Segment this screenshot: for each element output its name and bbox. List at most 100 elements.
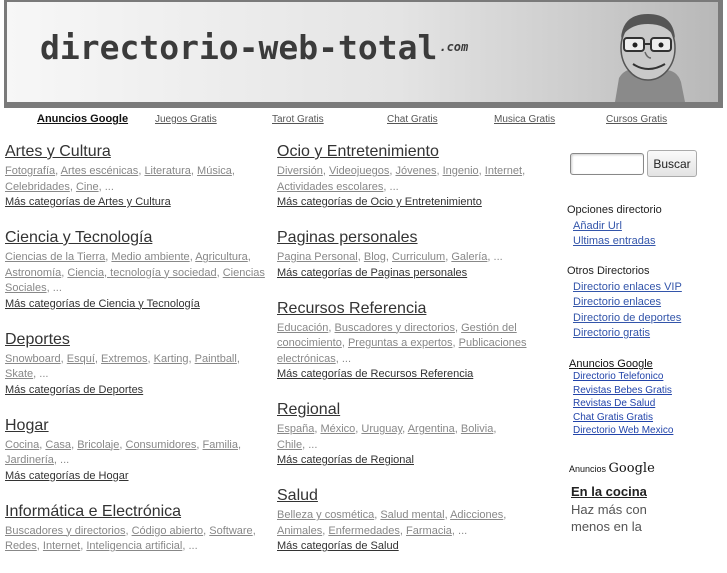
- subcategory-link[interactable]: Uruguay: [361, 423, 402, 435]
- subcategory-link[interactable]: Bolivia: [461, 423, 493, 435]
- subcategory-link[interactable]: Agricultura: [195, 251, 248, 263]
- ad-link[interactable]: Cursos Gratis: [606, 114, 667, 125]
- more-categories-link[interactable]: Más categorías de Deportes: [5, 383, 270, 398]
- category-block: Salud Belleza y cosmética, Salud mental, …: [277, 486, 527, 554]
- subcategory-link[interactable]: Internet: [43, 540, 80, 552]
- search-button[interactable]: Buscar: [647, 150, 697, 177]
- option-link[interactable]: Ultimas entradas: [573, 234, 656, 249]
- more-categories-link[interactable]: Más categorías de Regional: [277, 453, 527, 468]
- ad-link[interactable]: Tarot Gratis: [272, 114, 324, 125]
- subcategory-link[interactable]: Enfermedades: [328, 525, 400, 537]
- subcategory-link[interactable]: Familia: [203, 439, 238, 451]
- subcategory-link[interactable]: Buscadores y directorios: [5, 525, 125, 537]
- ad-unit-header[interactable]: Anuncios Google: [567, 458, 677, 476]
- subcategory-link[interactable]: Código abierto: [132, 525, 204, 537]
- subcategory-link[interactable]: Esquí: [67, 353, 95, 365]
- ad-link[interactable]: Chat Gratis Gratis: [573, 411, 713, 425]
- subcategory-link[interactable]: Preguntas a expertos: [348, 337, 453, 349]
- more-categories-link[interactable]: Más categorías de Artes y Cultura: [5, 195, 270, 210]
- directory-link[interactable]: Directorio gratis: [573, 326, 682, 341]
- subcategory-link[interactable]: Ciencia, tecnología y sociedad: [67, 267, 216, 279]
- more-categories-link[interactable]: Más categorías de Ocio y Entretenimiento: [277, 195, 527, 210]
- ad-link[interactable]: Juegos Gratis: [155, 114, 217, 125]
- site-logo[interactable]: directorio-web-total .com: [40, 28, 468, 67]
- subcategory-link[interactable]: Educación: [277, 322, 328, 334]
- subcategory-link[interactable]: España: [277, 423, 314, 435]
- more-categories-link[interactable]: Más categorías de Hogar: [5, 469, 270, 484]
- category-title[interactable]: Hogar: [5, 416, 270, 435]
- ad-link[interactable]: Revistas De Salud: [573, 397, 713, 411]
- subcategory-link[interactable]: Curriculum: [392, 251, 445, 263]
- subcategory-link[interactable]: Jardinería: [5, 454, 54, 466]
- subcategory-link[interactable]: Galería: [451, 251, 487, 263]
- ads-box-title[interactable]: Anuncios Google: [567, 358, 713, 370]
- category-title[interactable]: Ocio y Entretenimiento: [277, 142, 527, 161]
- subcategory-link[interactable]: Ciencias de la Tierra: [5, 251, 105, 263]
- directory-link[interactable]: Directorio de deportes: [573, 311, 682, 326]
- subcategory-link[interactable]: Videojuegos: [329, 165, 389, 177]
- more-categories-link[interactable]: Más categorías de Ciencia y Tecnología: [5, 297, 270, 312]
- subcategory-link[interactable]: Software: [209, 525, 252, 537]
- more-categories-link[interactable]: Más categorías de Salud: [277, 539, 527, 554]
- search-input[interactable]: [570, 153, 644, 175]
- subcategory-link[interactable]: Diversión: [277, 165, 323, 177]
- subcategory-link[interactable]: Casa: [45, 439, 71, 451]
- category-title[interactable]: Salud: [277, 486, 527, 505]
- category-title[interactable]: Informática e Electrónica: [5, 502, 270, 521]
- subcategory-link[interactable]: Buscadores y directorios: [335, 322, 455, 334]
- subcategory-link[interactable]: Fotografía: [5, 165, 55, 177]
- subcategory-link[interactable]: Skate: [5, 368, 33, 380]
- category-title[interactable]: Ciencia y Tecnología: [5, 228, 270, 247]
- subcategory-link[interactable]: Celebridades: [5, 181, 70, 193]
- option-link[interactable]: Añadir Url: [573, 219, 656, 234]
- category-title[interactable]: Paginas personales: [277, 228, 527, 247]
- subcategory-link[interactable]: Farmacia: [406, 525, 452, 537]
- subcategory-link[interactable]: Música: [197, 165, 232, 177]
- subcategory-link[interactable]: Cocina: [5, 439, 39, 451]
- more-categories-link[interactable]: Más categorías de Paginas personales: [277, 266, 527, 281]
- directory-link[interactable]: Directorio enlaces: [573, 295, 682, 310]
- ad-link[interactable]: Directorio Web Mexico: [573, 424, 713, 438]
- subcategory-link[interactable]: Ingenio: [443, 165, 479, 177]
- ad-link[interactable]: Directorio Telefonico: [573, 370, 713, 384]
- category-title[interactable]: Recursos Referencia: [277, 299, 527, 318]
- subcategory-link[interactable]: Internet: [485, 165, 522, 177]
- subcategory-link[interactable]: Consumidores: [126, 439, 197, 451]
- subcategory-link[interactable]: Astronomía: [5, 267, 61, 279]
- subcategory-link[interactable]: Literatura: [144, 165, 190, 177]
- subcategory-link[interactable]: Inteligencia artificial: [86, 540, 182, 552]
- subcategory-link[interactable]: Medio ambiente: [111, 251, 189, 263]
- subcategory-link[interactable]: Snowboard: [5, 353, 61, 365]
- category-title[interactable]: Artes y Cultura: [5, 142, 270, 161]
- subcategory-link[interactable]: Karting: [154, 353, 189, 365]
- ad-headline[interactable]: En la cocina: [567, 484, 677, 499]
- subcategory-link[interactable]: México: [320, 423, 355, 435]
- category-title[interactable]: Deportes: [5, 330, 270, 349]
- subcategory-link[interactable]: Belleza y cosmética: [277, 509, 374, 521]
- subcategory-link[interactable]: Argentina: [408, 423, 455, 435]
- subcategory-link[interactable]: Artes escénicas: [61, 165, 139, 177]
- ad-link[interactable]: Musica Gratis: [494, 114, 555, 125]
- google-ads-title[interactable]: Anuncios Google: [37, 113, 128, 125]
- subcategory-link[interactable]: Animales: [277, 525, 322, 537]
- subcategory-link[interactable]: Actividades escolares: [277, 181, 383, 193]
- ad-link[interactable]: Chat Gratis: [387, 114, 438, 125]
- subcategory-link[interactable]: Jóvenes: [395, 165, 436, 177]
- subcategory-link[interactable]: Extremos: [101, 353, 147, 365]
- subcategory-link[interactable]: Chile: [277, 439, 302, 451]
- subcategory-link[interactable]: Cine: [76, 181, 99, 193]
- google-ad-unit: Anuncios Google En la cocina Haz más con…: [567, 458, 677, 545]
- subcategory-link[interactable]: Salud mental: [380, 509, 444, 521]
- ad-link[interactable]: Revistas Bebes Gratis: [573, 384, 713, 398]
- ellipsis: ...: [341, 352, 351, 365]
- subcategory-link[interactable]: Paintball: [195, 353, 237, 365]
- subcategory-link[interactable]: Pagina Personal: [277, 251, 358, 263]
- more-categories-link[interactable]: Más categorías de Recursos Referencia: [277, 367, 527, 382]
- category-block: Ciencia y Tecnología Ciencias de la Tierr…: [5, 228, 270, 312]
- category-title[interactable]: Regional: [277, 400, 527, 419]
- directory-link[interactable]: Directorio enlaces VIP: [573, 280, 682, 295]
- subcategory-link[interactable]: Redes: [5, 540, 37, 552]
- subcategory-link[interactable]: Blog: [364, 251, 386, 263]
- subcategory-link[interactable]: Bricolaje: [77, 439, 119, 451]
- subcategory-link[interactable]: Adicciones: [450, 509, 503, 521]
